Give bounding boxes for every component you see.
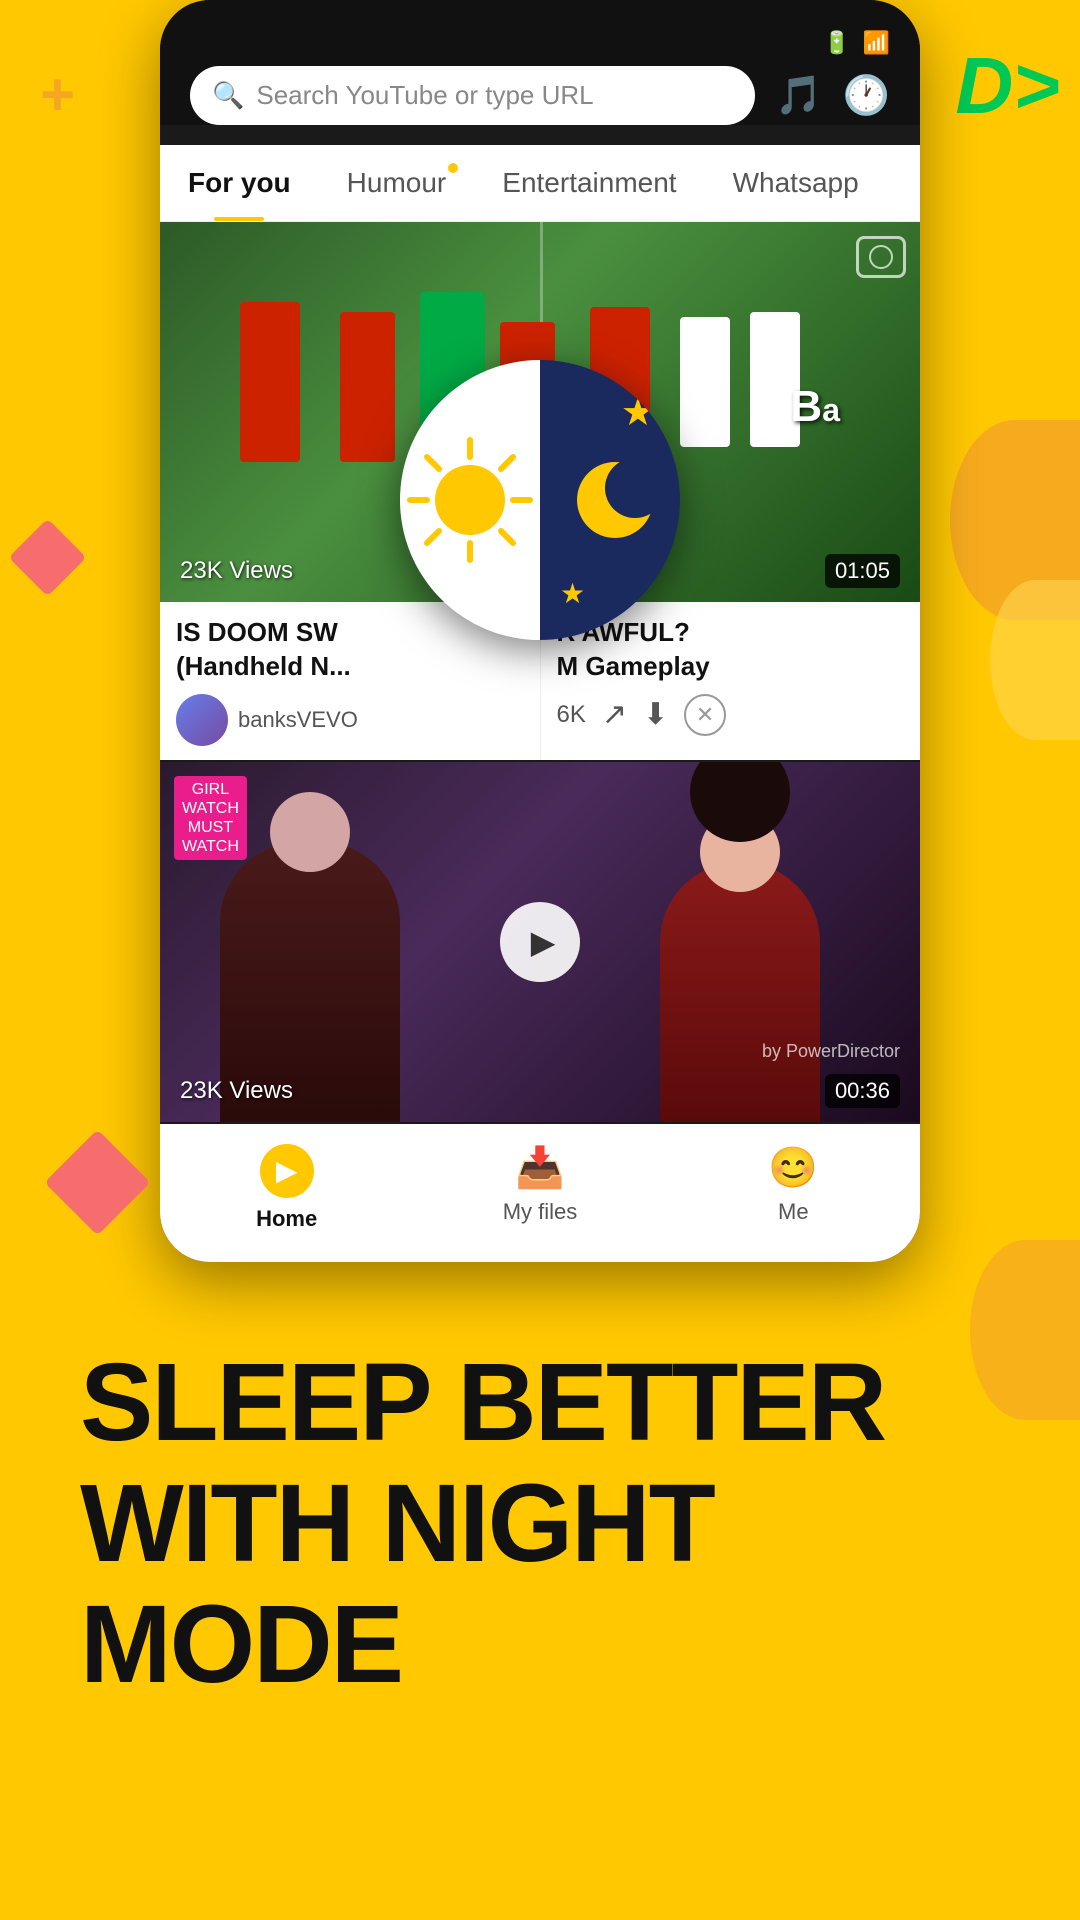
download-icon[interactable]: ⬇ bbox=[643, 697, 668, 732]
nav-home-label: Home bbox=[256, 1206, 317, 1232]
channel-name-1: banksVEVO bbox=[238, 707, 358, 733]
music-note-icon: 🎵 bbox=[775, 74, 822, 118]
history-icon-button[interactable]: 🕐 bbox=[843, 74, 890, 118]
avatar-1 bbox=[176, 694, 228, 746]
video-stats-2: 23K Views 00:36 bbox=[160, 1074, 920, 1108]
search-placeholder: Search YouTube or type URL bbox=[256, 80, 593, 111]
duration-1: 01:05 bbox=[825, 554, 900, 588]
phone-frame: 🔋 📶 🔍 Search YouTube or type URL 🎵 🕐 For… bbox=[160, 0, 920, 1262]
tab-notification-dot bbox=[448, 163, 458, 173]
nav-files-label: My files bbox=[503, 1199, 578, 1225]
player-1 bbox=[240, 302, 300, 462]
video-overlay-text: Ba bbox=[790, 382, 840, 432]
tab-humour[interactable]: Humour bbox=[319, 145, 475, 221]
promo-badge: GIRLWATCHMUSTWATCH bbox=[174, 776, 247, 861]
day-half bbox=[400, 360, 540, 640]
nav-me[interactable]: 😊 Me bbox=[667, 1144, 920, 1232]
player-2 bbox=[340, 312, 395, 462]
orange-blob-2 bbox=[970, 1240, 1080, 1420]
orange-blob-1 bbox=[950, 420, 1080, 620]
tab-bar: For you Humour Entertainment Whatsapp bbox=[160, 145, 920, 222]
plus-decoration: + bbox=[40, 60, 75, 129]
play-button-2[interactable] bbox=[500, 902, 580, 982]
app-header: 🔋 📶 🔍 Search YouTube or type URL 🎵 🕐 bbox=[160, 0, 920, 125]
bottom-title: SLEEP BETTER WITH NIGHT MODE bbox=[80, 1342, 1000, 1705]
battery-icon: 🔋 bbox=[823, 30, 850, 56]
nav-my-files[interactable]: 📥 My files bbox=[413, 1144, 666, 1232]
tab-entertainment[interactable]: Entertainment bbox=[474, 145, 704, 221]
powerdirector-watermark: by PowerDirector bbox=[762, 1041, 900, 1062]
video-actions: 6K ↗ ⬇ ✕ bbox=[557, 694, 905, 736]
moon-icon bbox=[560, 450, 660, 550]
sun-icon bbox=[405, 435, 535, 565]
share-icon[interactable]: ↗ bbox=[602, 697, 627, 732]
face-left bbox=[270, 792, 350, 872]
moon-container: ★ ★ bbox=[540, 360, 680, 640]
music-icon-button[interactable]: 🎵 bbox=[775, 74, 822, 118]
search-bar[interactable]: 🔍 Search YouTube or type URL bbox=[190, 66, 755, 125]
search-icon: 🔍 bbox=[212, 80, 244, 111]
video-thumbnail-2[interactable]: GIRLWATCHMUSTWATCH by PowerDirector 23K … bbox=[160, 762, 920, 1122]
close-button[interactable]: ✕ bbox=[684, 694, 726, 736]
duration-2: 00:36 bbox=[825, 1074, 900, 1108]
video-feed: Ba 23K Views 01:05 IS DOOM SW (Handheld … bbox=[160, 222, 920, 1122]
status-bar: 🔋 📶 bbox=[190, 30, 890, 66]
me-icon: 😊 bbox=[768, 1144, 818, 1191]
star-icon-bottom: ★ bbox=[560, 577, 585, 610]
history-icon: 🕐 bbox=[843, 74, 890, 118]
video-card-2: GIRLWATCHMUSTWATCH by PowerDirector 23K … bbox=[160, 762, 920, 1122]
star-icon-top: ★ bbox=[621, 390, 655, 435]
bottom-text-section: SLEEP BETTER WITH NIGHT MODE bbox=[0, 1262, 1080, 1805]
search-row: 🔍 Search YouTube or type URL 🎵 🕐 bbox=[190, 66, 890, 125]
signal-icon: 📶 bbox=[863, 30, 890, 56]
yellow-blob-1 bbox=[990, 580, 1080, 740]
nav-home[interactable]: ▶ Home bbox=[160, 1144, 413, 1232]
camera-icon bbox=[856, 236, 906, 278]
bottom-navigation: ▶ Home 📥 My files 😊 Me bbox=[160, 1124, 920, 1262]
sun-container bbox=[400, 360, 540, 640]
files-icon: 📥 bbox=[515, 1144, 565, 1191]
diamond-decoration-1 bbox=[9, 519, 87, 597]
daynight-mode-icon: ★ ★ bbox=[400, 360, 680, 640]
nav-me-label: Me bbox=[778, 1199, 809, 1225]
night-half: ★ ★ bbox=[540, 360, 680, 640]
diamond-decoration-2 bbox=[44, 1129, 150, 1235]
tab-whatsapp[interactable]: Whatsapp bbox=[705, 145, 887, 221]
views-count-2: 23K Views bbox=[180, 1077, 293, 1105]
player-6 bbox=[680, 317, 730, 447]
arrow-decoration: D> bbox=[956, 40, 1061, 132]
tab-for-you[interactable]: For you bbox=[160, 145, 319, 221]
views-count-1: 23K Views bbox=[180, 557, 293, 585]
likes-count: 6K bbox=[557, 701, 586, 729]
channel-info: banksVEVO bbox=[176, 694, 524, 746]
home-icon: ▶ bbox=[260, 1144, 314, 1198]
